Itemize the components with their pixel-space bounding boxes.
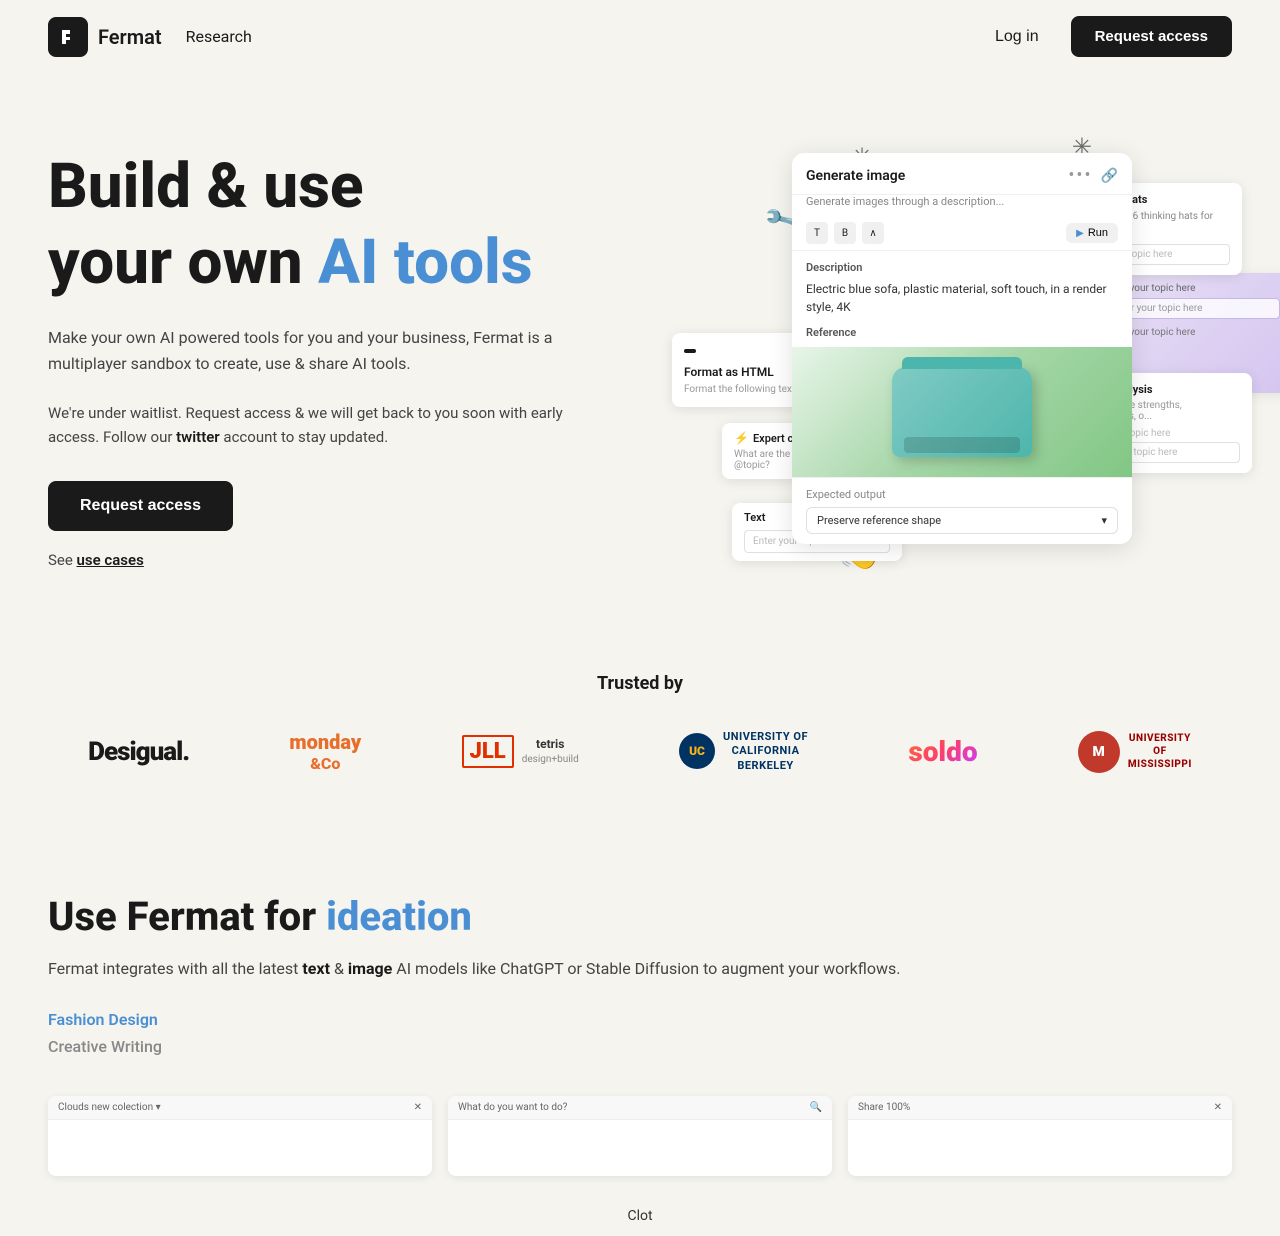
use-desc-text: text — [302, 959, 330, 978]
use-desc-before: Fermat integrates with all the latest — [48, 959, 302, 978]
run-label: Run — [1088, 227, 1108, 239]
hero-heading-plain: your own — [48, 226, 318, 299]
search-icon: 🔍 — [810, 1102, 822, 1113]
use-desc: Fermat integrates with all the latest te… — [48, 956, 1232, 982]
card-dots: ••• — [1068, 165, 1092, 186]
mockup-label-1: Clouds new colection ▾ — [58, 1102, 161, 1113]
category-fashion-design[interactable]: Fashion Design — [48, 1010, 1232, 1029]
category-creative-writing[interactable]: Creative Writing — [48, 1037, 1232, 1056]
desc-label: Description — [806, 261, 1118, 274]
mockup-preview-header-1: Clouds new colection ▾ ✕ — [48, 1096, 432, 1120]
output-label: Expected output — [806, 488, 1118, 501]
card-bottom: Expected output Preserve reference shape… — [792, 477, 1132, 544]
mockup-action-1: ✕ — [414, 1102, 422, 1113]
use-heading: Use Fermat for ideation — [48, 893, 1232, 940]
toolbar-icon-t[interactable]: T — [806, 222, 828, 244]
card-toolbar: T B ∧ ▶ Run — [792, 216, 1132, 251]
run-icon: ▶ — [1076, 228, 1084, 239]
use-cases-link[interactable]: use cases — [77, 551, 144, 569]
hero-heading-line2: your own AI tools — [48, 229, 608, 297]
logo-desigual: Desigual. — [88, 737, 189, 767]
mockup-label-2: What do you want to do? — [458, 1102, 567, 1113]
use-categories: Fashion Design Creative Writing — [48, 1010, 1232, 1056]
hero-use-cases: See use cases — [48, 551, 608, 569]
card-subtitle: Generate images through a description... — [792, 195, 1132, 216]
logo-monday: monday &Co — [289, 730, 361, 773]
reference-image — [792, 347, 1132, 477]
card-title: Generate image — [806, 168, 905, 184]
logo-soldo: soldo — [908, 735, 977, 768]
use-desc-and: & — [330, 959, 348, 978]
use-heading-plain: Use Fermat for — [48, 893, 326, 940]
logos-row: Desigual. monday &Co JLL tetrisdesign+bu… — [48, 730, 1232, 813]
main-mockup-card: Generate image ••• 🔗 Generate images thr… — [792, 153, 1132, 544]
nav-research[interactable]: Research — [186, 27, 252, 46]
hero-right: ✳ ✦ ✳ ✦ 🔧 Generate image ••• 🔗 Generate … — [672, 133, 1232, 593]
mockup-preview-3: Share 100% ✕ — [848, 1096, 1232, 1176]
twitter-link[interactable]: twitter — [176, 428, 220, 446]
navbar-right: Log in Request access — [979, 16, 1232, 57]
reference-label: Reference — [792, 326, 1132, 347]
logo-university-mississippi: M UNIVERSITYofMISSISSIPPI — [1078, 731, 1192, 773]
mockup-preview-header-2: What do you want to do? 🔍 — [448, 1096, 832, 1120]
hero-left: Build & use your own AI tools Make your … — [48, 133, 608, 569]
chevron-down-icon: ▾ — [1101, 514, 1107, 527]
logo-icon — [48, 17, 88, 57]
logo-text: Fermat — [98, 25, 162, 49]
toolbar-icons: T B ∧ — [806, 222, 884, 244]
link-icon: 🔗 — [1101, 168, 1118, 184]
mockup-label-3: Share 100% — [858, 1102, 910, 1113]
output-value: Preserve reference shape — [817, 514, 941, 527]
um-icon: M — [1078, 731, 1120, 773]
use-section: Use Fermat for ideation Fermat integrate… — [0, 833, 1280, 1076]
description-section: Description Electric blue sofa, plastic … — [792, 251, 1132, 326]
bottom-mockups: Clouds new colection ▾ ✕ What do you wan… — [0, 1076, 1280, 1196]
logo-jll-group: JLL tetrisdesign+build — [462, 735, 579, 768]
request-access-button-hero[interactable]: Request access — [48, 481, 233, 531]
toolbar-icon-chevron[interactable]: ∧ — [862, 222, 884, 244]
toolbar-icon-b[interactable]: B — [834, 222, 856, 244]
navbar: Fermat Research Log in Request access — [0, 0, 1280, 73]
mockup-preview-2: What do you want to do? 🔍 — [448, 1096, 832, 1176]
waitlist-text-after: account to stay updated. — [220, 428, 388, 446]
desc-text: Electric blue sofa, plastic material, so… — [806, 280, 1118, 316]
use-heading-accent: ideation — [326, 893, 472, 940]
navbar-left: Fermat Research — [48, 17, 252, 57]
use-desc-after: AI models like ChatGPT or Stable Diffusi… — [392, 959, 900, 978]
hero-section: Build & use your own AI tools Make your … — [0, 73, 1280, 633]
login-button[interactable]: Log in — [979, 20, 1055, 54]
use-desc-image: image — [348, 959, 392, 978]
format-tag — [684, 349, 696, 353]
run-button[interactable]: ▶ Run — [1066, 223, 1118, 243]
mockup-action-3: ✕ — [1214, 1102, 1222, 1113]
logo-berkeley: UC UNIVERSITY OFCALIFORNIABERKELEY — [679, 730, 808, 773]
hero-description: Make your own AI powered tools for you a… — [48, 325, 608, 376]
logo[interactable]: Fermat — [48, 17, 162, 57]
star-icon: ⚡ — [734, 431, 749, 445]
mockup-preview-header-3: Share 100% ✕ — [848, 1096, 1232, 1120]
see-label: See — [48, 551, 77, 569]
trusted-section: Trusted by Desigual. monday &Co JLL tetr… — [0, 633, 1280, 833]
card-header: Generate image ••• 🔗 — [792, 153, 1132, 195]
footer-bar: Clot — [0, 1196, 1280, 1236]
hero-heading-accent: AI tools — [318, 226, 533, 299]
output-select[interactable]: Preserve reference shape ▾ — [806, 507, 1118, 534]
hero-waitlist: We're under waitlist. Request access & w… — [48, 401, 608, 449]
hero-heading-line1: Build & use — [48, 153, 608, 221]
request-access-button-nav[interactable]: Request access — [1071, 16, 1232, 57]
clot-label: Clot — [627, 1208, 652, 1224]
trusted-title: Trusted by — [48, 673, 1232, 694]
mockup-preview-1: Clouds new colection ▾ ✕ — [48, 1096, 432, 1176]
